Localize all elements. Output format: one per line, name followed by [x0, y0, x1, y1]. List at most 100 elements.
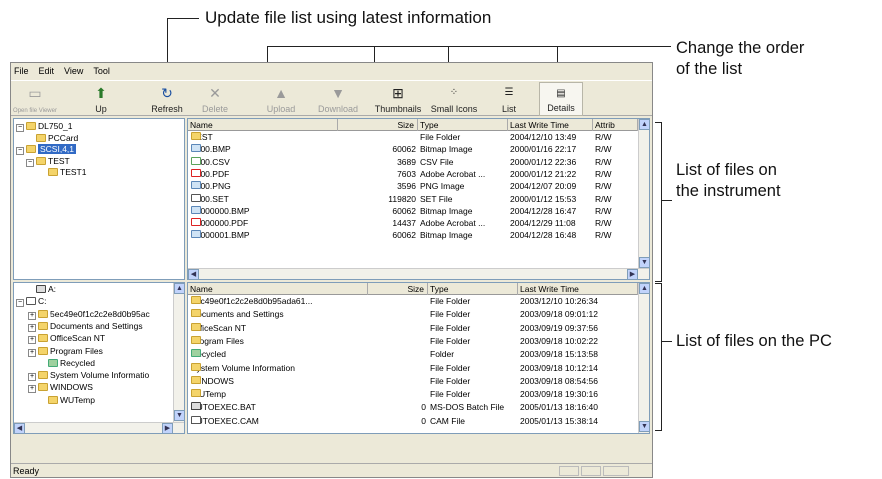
column-header[interactable]: Name	[188, 119, 338, 131]
menu-tool[interactable]: Tool	[93, 66, 110, 76]
small-icons-button[interactable]: ⁘ Small Icons	[427, 82, 481, 116]
tree-node[interactable]: +5ec49e0f1c2c2e8d0b95ac	[28, 309, 150, 320]
column-header[interactable]: Name	[188, 283, 368, 295]
column-header[interactable]: Size	[368, 283, 428, 295]
table-row[interactable]: WUTemp File Folder 2003/09/18 19:30:16	[188, 389, 638, 401]
tree-node[interactable]: + OfficeScan NT	[28, 333, 105, 345]
refresh-button[interactable]: ↻ Refresh	[147, 82, 187, 116]
table-row[interactable]: Program Files File Folder 2003/09/18 10:02…	[188, 335, 638, 348]
table-row[interactable]: Recycled Folder 2003/09/18 15:13:58	[188, 349, 638, 361]
refresh-icon: ↻	[161, 85, 173, 101]
thumbnails-label: Thumbnails	[374, 104, 422, 114]
file-size: 60062	[392, 205, 416, 216]
instrument-vscroll[interactable]: ▲ ▼	[638, 119, 649, 268]
scroll-up-icon[interactable]: ▲	[639, 283, 649, 294]
tree-node[interactable]: A:	[26, 284, 56, 295]
folder-icon	[191, 335, 201, 344]
thumbnails-button[interactable]: ⊞ Thumbnails	[373, 82, 423, 116]
pc-vscroll[interactable]: ▲ ▼	[638, 283, 649, 433]
tree-node[interactable]: − C:	[16, 296, 47, 308]
open-viewer-button[interactable]: ▭ Open file Viewer	[13, 82, 57, 116]
expand-toggle-icon[interactable]: +	[28, 373, 36, 382]
column-header[interactable]: Attrib	[593, 119, 638, 131]
column-header[interactable]: Last Write Time	[518, 283, 638, 295]
tree-node[interactable]: − DL750_1	[16, 121, 73, 132]
scroll-up-icon[interactable]: ▲	[174, 283, 184, 294]
folder-icon	[191, 322, 201, 331]
tree-node[interactable]: + Documents and Settings	[28, 321, 143, 332]
expand-toggle-icon[interactable]: −	[16, 299, 24, 308]
tree-node[interactable]: − SCSI,4,1	[16, 144, 77, 155]
file-type: File Folder	[430, 309, 471, 320]
table-row[interactable]: 0000.PDF 7603 Adobe Acrobat ... 2000/01/12 …	[188, 168, 638, 181]
expand-toggle-icon[interactable]: +	[28, 323, 36, 332]
expand-toggle-icon[interactable]: −	[16, 124, 24, 132]
menu-edit[interactable]: Edit	[39, 66, 55, 76]
column-header[interactable]: Type	[428, 283, 518, 295]
folder-icon	[191, 132, 201, 140]
column-header[interactable]: Type	[418, 119, 508, 131]
table-row[interactable]: AUTOEXEC.BAT 0 MS-DOS Batch File 2005/01/13…	[188, 402, 638, 414]
pc-tree-vscroll[interactable]: ▲ ▼	[173, 283, 184, 422]
table-row[interactable]: 0000.SET 119820 SET File 2000/01/12 15:53 R/…	[188, 193, 638, 206]
tree-node[interactable]: + WINDOWS	[28, 382, 93, 394]
tree-node-label: C:	[38, 296, 47, 307]
file-icon	[191, 193, 201, 202]
folder-icon	[48, 395, 58, 404]
expand-toggle-icon[interactable]: +	[28, 385, 36, 394]
scroll-up-icon[interactable]: ▲	[639, 119, 649, 130]
column-header[interactable]: Last Write Time	[508, 119, 593, 131]
delete-icon: ✕	[209, 85, 221, 101]
tree-node-label: System Volume Informatio	[50, 370, 150, 381]
table-row[interactable]: System Volume Information File Folder 2003…	[188, 362, 638, 375]
download-button[interactable]: ▼ Download	[313, 82, 363, 116]
tree-node[interactable]: Recycled	[38, 358, 95, 369]
menu-view[interactable]: View	[64, 66, 83, 76]
table-row[interactable]: 00000000.BMP 60062 Bitmap Image 2004/12/28 …	[188, 205, 638, 218]
table-row[interactable]: TEST File Folder 2004/12/10 13:49 R/W	[188, 132, 638, 144]
scroll-down-icon[interactable]: ▼	[639, 421, 649, 432]
table-row[interactable]: 0000.CSV 3689 CSV File 2000/01/12 22:36 R/W	[188, 156, 638, 169]
scroll-right-icon[interactable]: ▶	[162, 423, 173, 433]
scroll-down-icon[interactable]: ▼	[174, 410, 184, 421]
table-row[interactable]: 0000.PNG 3596 PNG Image 2004/12/07 20:09 R/W	[188, 181, 638, 193]
scroll-left-icon[interactable]: ◀	[14, 423, 25, 433]
menu-file[interactable]: File	[14, 66, 29, 76]
table-row[interactable]: OfficeScan NT File Folder 2003/09/19 09:37…	[188, 322, 638, 335]
table-row[interactable]: 00000001.BMP 60062 Bitmap Image 2004/12/28 …	[188, 230, 638, 242]
column-header[interactable]: Size	[338, 119, 418, 131]
table-row[interactable]: WINDOWS File Folder 2003/09/18 08:54:56	[188, 375, 638, 388]
upload-button[interactable]: ▲ Upload	[259, 82, 303, 116]
open-viewer-label: Open file Viewer	[13, 108, 57, 114]
scroll-left-icon[interactable]: ◀	[188, 269, 199, 279]
expand-toggle-icon[interactable]: +	[28, 348, 36, 357]
tree-node[interactable]: + Program Files	[28, 346, 103, 357]
tree-node[interactable]: WUTemp	[38, 395, 95, 406]
table-row[interactable]: 0000.BMP 60062 Bitmap Image 2000/01/16 22:1…	[188, 144, 638, 156]
table-row[interactable]: 00000000.PDF 14437 Adobe Acrobat ... 2004/1…	[188, 218, 638, 230]
instrument-tree: − DL750_1 PCCard − SCSI,4,1− TEST TEST1	[13, 118, 185, 280]
tree-node[interactable]: − TEST	[26, 156, 70, 167]
tree-node[interactable]: + System Volume Informatio	[28, 370, 150, 382]
up-button[interactable]: ⬆ Up	[81, 82, 121, 116]
recycle-icon	[48, 358, 58, 367]
scroll-right-icon[interactable]: ▶	[627, 269, 638, 279]
expand-toggle-icon[interactable]: −	[26, 158, 34, 167]
tree-node-label: Documents and Settings	[50, 320, 143, 331]
delete-button[interactable]: ✕ Delete	[193, 82, 237, 116]
tree-node[interactable]: TEST1	[38, 167, 86, 178]
list-button[interactable]: ☰ List	[489, 82, 529, 116]
expand-toggle-icon[interactable]: +	[28, 311, 36, 320]
pc-tree-hscroll[interactable]: ◀ ▶	[14, 422, 184, 433]
instrument-hscroll[interactable]: ◀ ▶	[188, 268, 649, 279]
table-row[interactable]: 5ec49e0f1c2c2e8d0b95ada61... File Folder 2…	[188, 296, 638, 308]
details-button[interactable]: ▤ Details	[539, 82, 583, 116]
tree-node[interactable]: PCCard	[26, 133, 78, 144]
table-row[interactable]: Documents and Settings File Folder 2003/09…	[188, 309, 638, 321]
file-type: Bitmap Image	[420, 230, 473, 241]
table-row[interactable]: AUTOEXEC.CAM 0 CAM File 2005/01/13 15:38:14	[188, 415, 638, 428]
expand-toggle-icon[interactable]: +	[28, 336, 36, 345]
scroll-down-icon[interactable]: ▼	[639, 257, 649, 268]
file-name: OfficeScan NT	[191, 322, 367, 335]
expand-toggle-icon[interactable]: −	[16, 147, 24, 155]
